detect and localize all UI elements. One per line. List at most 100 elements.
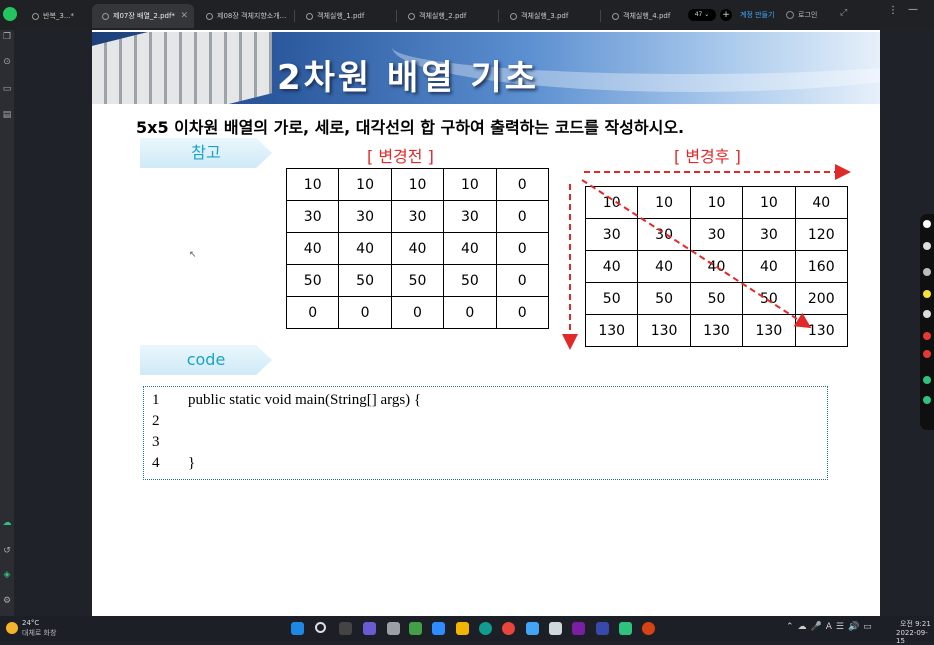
settings-app-icon[interactable] (387, 622, 400, 635)
calendar-app-icon[interactable] (409, 622, 422, 635)
grid-cell: 10 (285, 168, 340, 201)
tab-divider (294, 10, 295, 22)
system-tray[interactable]: ⌃☁🎤A☰🔊▭ (786, 622, 876, 632)
login-button[interactable]: 로그인 (786, 8, 817, 22)
grid-cell: 0 (495, 200, 549, 233)
shape-tool-icon[interactable] (923, 350, 931, 358)
document-icon (612, 12, 619, 20)
grid-cell: 40 (338, 232, 392, 265)
keyboard-image (92, 32, 272, 104)
highlighter-icon[interactable] (923, 290, 931, 298)
instruction-text: 5x5 이차원 배열의 가로, 세로, 대각선의 합 구하여 출력하는 코드를 … (136, 118, 685, 137)
line-number: 3 (152, 434, 160, 450)
clock-time[interactable]: 오전 9:21 (900, 619, 931, 629)
tab-6[interactable]: 객체실행_4.pdf (602, 4, 684, 28)
share-icon[interactable]: ◈ (2, 570, 12, 580)
weather-sun-icon[interactable] (6, 622, 18, 634)
history-icon[interactable]: ↺ (2, 546, 12, 556)
grid-cell: 30 (443, 200, 497, 233)
tab-count-dropdown[interactable]: 47 ⌄ (688, 9, 716, 21)
tab-divider (396, 10, 397, 22)
grid-cell: 10 (338, 168, 392, 201)
grid-cell: 0 (495, 296, 549, 329)
intellij-app-icon[interactable] (572, 622, 585, 635)
tab-0[interactable]: 반복_3...* (22, 4, 90, 28)
grid-cell: 50 (338, 264, 392, 297)
pdf-viewer-icon[interactable] (619, 622, 632, 635)
select-tool-icon[interactable] (923, 242, 931, 250)
weather-temperature: 24°C (22, 619, 40, 627)
task-view-icon[interactable] (339, 622, 352, 635)
play-tool-icon[interactable] (923, 396, 931, 404)
file-explorer-icon[interactable] (456, 622, 469, 635)
browser-tab-bar: 반복_3...* 제07장 배열_2.pdf* ✕ 제08장 객체지향소개...… (0, 0, 934, 30)
slide-header-banner: 2차원 배열 기초 (92, 32, 880, 104)
minimize-icon[interactable]: — (908, 4, 918, 15)
create-account-button[interactable]: 계정 만들기 (740, 8, 774, 22)
binoculars-icon[interactable]: ⊙ (2, 57, 12, 67)
grid-row: 40 40 40 40 0 (285, 232, 549, 265)
grid-cell: 0 (495, 168, 549, 201)
cloud-sync-icon[interactable]: ☁ (2, 518, 12, 528)
add-tool-icon[interactable] (923, 376, 931, 384)
grid-cell: 0 (285, 296, 340, 329)
tab-label: 제07장 배열_2.pdf* (113, 12, 175, 20)
reference-tag: 참고 (140, 138, 272, 168)
code-text: } (173, 455, 196, 471)
chat-icon[interactable] (363, 622, 376, 635)
powerpoint-app-icon[interactable] (642, 622, 655, 635)
grid-row: 30 30 30 30 0 (285, 200, 549, 233)
grid-before: 10 10 10 10 0 30 30 30 30 0 40 40 40 40 0 50 50 50 50 0 0 0 0 0… (285, 168, 549, 329)
storage-app-icon[interactable] (549, 622, 562, 635)
hand-tool-icon[interactable] (923, 220, 931, 228)
grid-cell: 10 (390, 168, 445, 201)
new-tab-button[interactable]: + (720, 9, 732, 21)
stamp-icon[interactable]: ▤ (2, 110, 12, 120)
pages-icon[interactable]: ❐ (2, 32, 12, 42)
document-icon (510, 12, 517, 20)
tab-5[interactable]: 객체실행_3.pdf (500, 4, 598, 28)
expand-icon[interactable]: ⤢ (840, 8, 847, 18)
tab-1[interactable]: 제07장 배열_2.pdf* ✕ (92, 4, 194, 28)
app-logo-icon[interactable] (3, 7, 17, 21)
grid-cell: 0 (495, 232, 549, 265)
search-icon[interactable] (315, 622, 326, 633)
clock-date[interactable]: 2022-09-15 (896, 629, 934, 645)
mouse-cursor-icon: ↖ (189, 250, 197, 260)
line-number: 1 (152, 392, 160, 408)
caption-before: [ 변경전 ] (367, 147, 434, 166)
pen-red-icon[interactable] (923, 332, 931, 340)
grid-row: 10 10 10 10 0 (285, 168, 549, 201)
edge-browser-icon[interactable] (479, 622, 492, 635)
zoom-app-icon[interactable] (432, 622, 445, 635)
grid-cell: 40 (390, 232, 445, 265)
code-line: 2 (144, 413, 827, 434)
tab-2[interactable]: 제08장 객체지향소개... (196, 4, 294, 28)
settings-gear-icon[interactable]: ⚙ (2, 596, 12, 606)
diagonal-sum-arrow (581, 179, 812, 329)
tab-close-icon[interactable]: ✕ (180, 4, 188, 28)
grid-cell: 30 (390, 200, 445, 233)
notepad-app-icon[interactable] (526, 622, 539, 635)
grid-cell: 30 (338, 200, 392, 233)
grid-cell: 50 (390, 264, 445, 297)
tab-3[interactable]: 객체실행_1.pdf (296, 4, 394, 28)
grid-cell: 0 (443, 296, 497, 329)
grid-cell: 0 (338, 296, 392, 329)
grid-cell: 40 (285, 232, 340, 265)
code-editor-icon[interactable] (596, 622, 609, 635)
document-icon (32, 12, 39, 20)
lasso-tool-icon[interactable] (923, 268, 931, 276)
line-number: 2 (152, 413, 160, 429)
eraser-icon[interactable] (923, 310, 931, 318)
more-menu-icon[interactable]: ⋮ (888, 5, 898, 16)
comment-icon[interactable]: ▭ (2, 84, 12, 94)
grid-cell: 0 (390, 296, 445, 329)
grid-cell: 50 (443, 264, 497, 297)
tab-4[interactable]: 객체실행_2.pdf (398, 4, 496, 28)
line-number: 4 (152, 455, 160, 471)
document-icon (206, 12, 213, 20)
tab-count: 47 (694, 11, 703, 18)
start-menu-icon[interactable] (291, 622, 304, 635)
chrome-browser-icon[interactable] (502, 622, 515, 635)
